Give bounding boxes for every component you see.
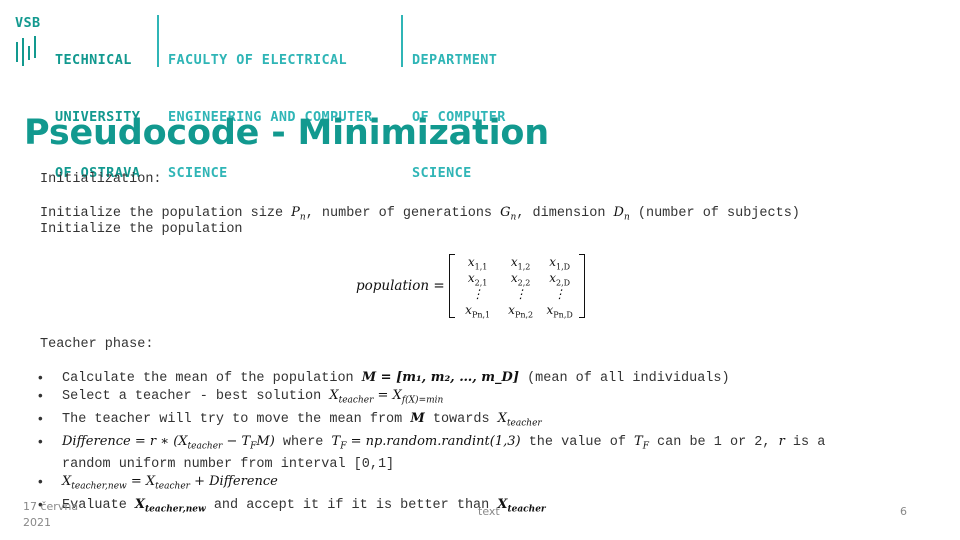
logo-separator xyxy=(157,15,159,67)
matrix-cell: x1,1 xyxy=(467,255,488,272)
math-teacher-update: Xteacher,new = Xteacher + Difference xyxy=(62,473,278,492)
population-matrix-equation: population = x1,1 x1,2 x1,D x2,1 x2,2 x2,D ⋮ ⋮ ⋮… xyxy=(356,252,585,320)
math-tf-def: TF = np.random.randint(1,3) xyxy=(331,433,521,452)
logo-vsb-text: VSB xyxy=(15,15,41,31)
slide-title: Pseudocode - Minimization xyxy=(24,113,549,153)
matrix-label: population = xyxy=(356,278,445,294)
list-item: The teacher will try to move the mean fr… xyxy=(38,410,825,433)
math-pn: Pn xyxy=(291,205,306,223)
matrix-cell: x1,D xyxy=(549,255,571,272)
matrix-cell: x2,1 xyxy=(467,271,488,288)
initialization-line-2: Initialize the population xyxy=(40,222,243,237)
logo-separator xyxy=(401,15,403,67)
list-item: Xteacher,new = Xteacher + Difference xyxy=(38,473,825,496)
list-item: Select a teacher - best solution Xteache… xyxy=(38,387,825,410)
matrix-cell: x2,2 xyxy=(510,271,531,288)
initialization-heading: Initialization: xyxy=(40,172,162,187)
matrix-cell: ⋮ xyxy=(471,287,484,301)
page-number: 6 xyxy=(900,505,907,518)
matrix-cell: ⋮ xyxy=(514,287,527,301)
list-item: Difference = r ∗ (Xteacher − TFM) where … xyxy=(38,433,825,473)
matrix-cell: x2,D xyxy=(549,271,571,288)
math-difference: Difference = r ∗ (Xteacher − TFM) xyxy=(62,433,275,452)
teacher-phase-steps: Calculate the mean of the population M =… xyxy=(38,369,825,518)
math-teacher-select: Xteacher = Xf(X)=min xyxy=(329,388,444,406)
math-mean-vector: M = [m₁, m₂, …, m_D] xyxy=(361,370,519,385)
population-matrix: x1,1 x1,2 x1,D x2,1 x2,2 x2,D ⋮ ⋮ ⋮ xPn,1 xPn,2 xPn… xyxy=(448,254,585,320)
list-item: Evaluate Xteacher,new and accept it if i… xyxy=(38,496,825,519)
matrix-cell: xPn,D xyxy=(546,303,573,320)
matrix-cell: xPn,2 xyxy=(508,303,534,320)
footer-text: text xyxy=(478,505,500,518)
matrix-cell: ⋮ xyxy=(553,287,566,301)
logo-bars-icon xyxy=(16,36,46,68)
matrix-cell: xPn,1 xyxy=(465,303,491,320)
teacher-phase-heading: Teacher phase: xyxy=(40,337,154,352)
matrix-cell: x1,2 xyxy=(510,255,531,272)
math-dn: Dn xyxy=(613,205,630,223)
footer-date: 17 června 2021 xyxy=(23,500,79,529)
list-item: Calculate the mean of the population M =… xyxy=(38,369,825,387)
math-gn: Gn xyxy=(500,205,517,223)
